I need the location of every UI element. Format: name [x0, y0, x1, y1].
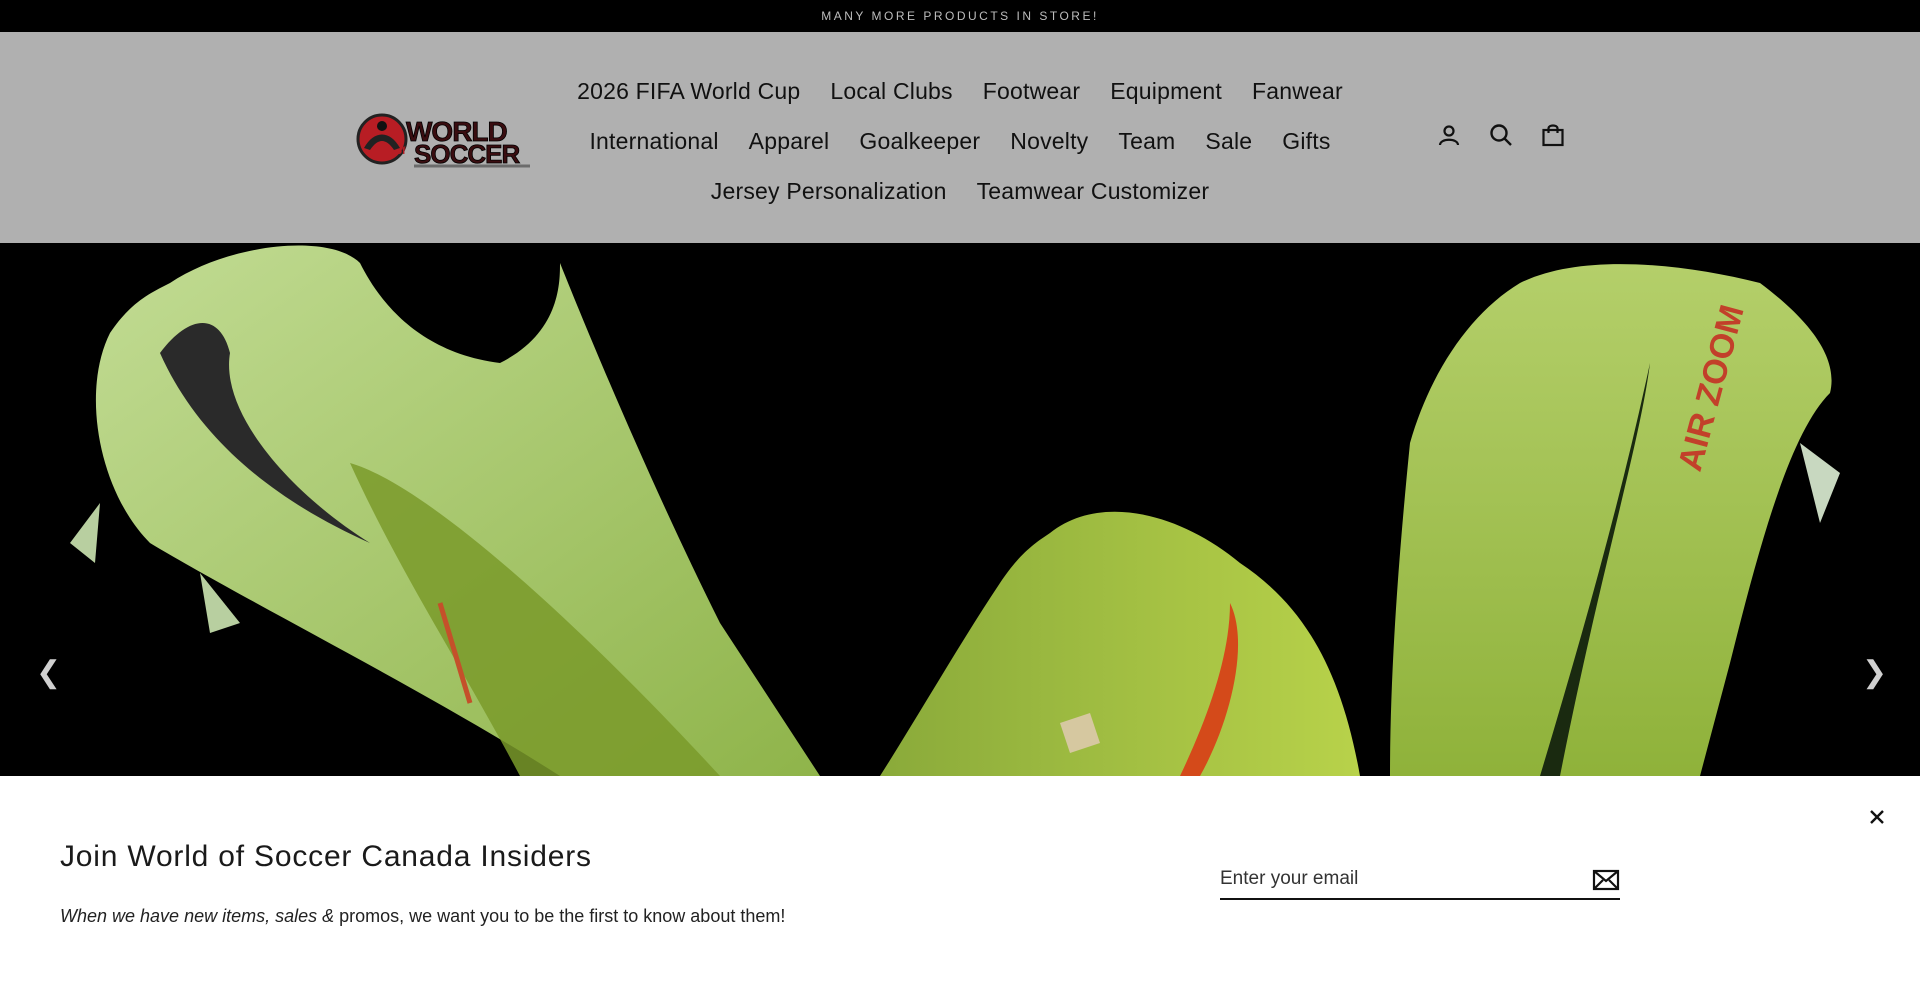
svg-text:of: of — [396, 146, 406, 157]
nav-link-fanwear[interactable]: Fanwear — [1252, 78, 1343, 105]
nav-link-team[interactable]: Team — [1118, 128, 1175, 155]
popup-text: When we have new items, sales & promos, … — [60, 906, 785, 927]
main-navigation: 2026 FIFA World Cup Local Clubs Footwear… — [577, 66, 1343, 216]
newsletter-popup: Join World of Soccer Canada Insiders Whe… — [0, 776, 1920, 993]
email-input[interactable] — [1220, 862, 1570, 896]
nav-link-international[interactable]: International — [589, 128, 718, 155]
nav-link-goalkeeper[interactable]: Goalkeeper — [859, 128, 980, 155]
site-logo[interactable]: WORLD of SOCCER — [352, 108, 534, 170]
slideshow-prev-button[interactable]: ❮ — [36, 655, 61, 690]
cart-icon[interactable] — [1538, 120, 1568, 150]
account-icon[interactable] — [1434, 120, 1464, 150]
nav-link-footwear[interactable]: Footwear — [983, 78, 1080, 105]
nav-link-local-clubs[interactable]: Local Clubs — [830, 78, 952, 105]
hero-image-soccer-cleats: AIR ZOOM — [70, 245, 1840, 776]
site-header: WORLD of SOCCER 2026 FIFA World Cup Loca… — [0, 32, 1920, 243]
popup-text-italic: When we have new items, sales & — [60, 906, 335, 926]
slideshow-next-button[interactable]: ❯ — [1862, 655, 1887, 690]
email-submit-icon[interactable] — [1592, 868, 1620, 892]
email-field-wrapper — [1220, 862, 1620, 900]
search-icon[interactable] — [1486, 120, 1516, 150]
nav-link-teamwear-customizer[interactable]: Teamwear Customizer — [977, 178, 1210, 205]
nav-link-equipment[interactable]: Equipment — [1110, 78, 1222, 105]
nav-row: Jersey Personalization Teamwear Customiz… — [608, 166, 1312, 216]
close-icon[interactable] — [1866, 806, 1888, 828]
nav-link-jersey-personalization[interactable]: Jersey Personalization — [711, 178, 947, 205]
header-icons — [1434, 120, 1568, 150]
nav-link-apparel[interactable]: Apparel — [749, 128, 830, 155]
hero-slideshow[interactable]: AIR ZOOM ❮ ❯ — [0, 243, 1920, 776]
announcement-text: MANY MORE PRODUCTS IN STORE! — [821, 9, 1099, 23]
nav-link-gifts[interactable]: Gifts — [1282, 128, 1330, 155]
nav-link-novelty[interactable]: Novelty — [1010, 128, 1088, 155]
nav-row: 2026 FIFA World Cup Local Clubs Footwear… — [577, 66, 1343, 116]
popup-title: Join World of Soccer Canada Insiders — [60, 840, 592, 873]
nav-link-sale[interactable]: Sale — [1205, 128, 1252, 155]
popup-text-rest: promos, we want you to be the first to k… — [334, 906, 786, 926]
announcement-bar: MANY MORE PRODUCTS IN STORE! — [0, 0, 1920, 32]
nav-link-world-cup[interactable]: 2026 FIFA World Cup — [577, 78, 800, 105]
nav-row: International Apparel Goalkeeper Novelty… — [589, 116, 1330, 166]
